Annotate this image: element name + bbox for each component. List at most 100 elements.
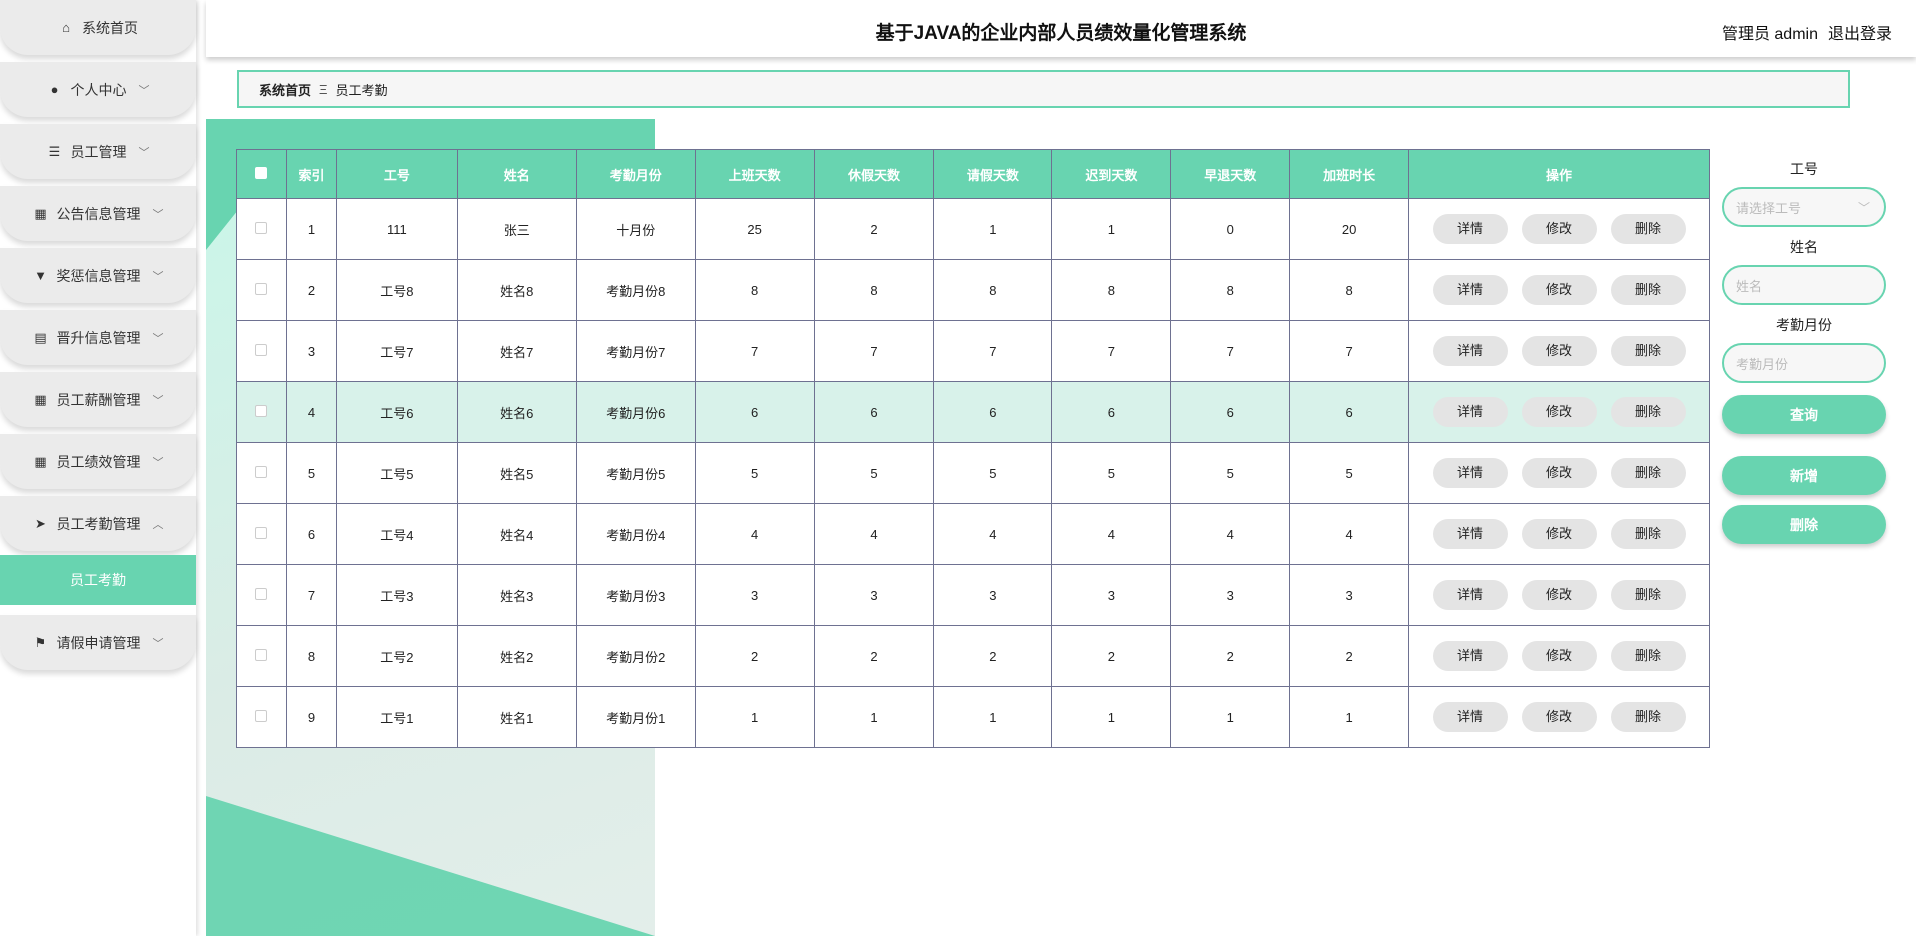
gonghao-select[interactable]: 请选择工号 ﹀ xyxy=(1722,187,1886,227)
actions-cell: 详情 修改 删除 xyxy=(1408,686,1710,748)
column-header: 加班时长 xyxy=(1289,149,1410,199)
table-cell: 3 xyxy=(933,564,1053,626)
column-header: 索引 xyxy=(285,149,337,199)
table-cell: 8 xyxy=(1170,259,1291,321)
grid-icon: ▦ xyxy=(34,205,47,221)
edit-button[interactable]: 修改 xyxy=(1521,519,1597,549)
delete-button[interactable]: 删除 xyxy=(1610,336,1686,366)
sidebar-item[interactable]: ➤ 员工考勤管理 ︿ xyxy=(0,496,196,551)
delete-button[interactable]: 删除 xyxy=(1610,214,1686,244)
table-cell: 1 xyxy=(933,198,1053,260)
detail-button[interactable]: 详情 xyxy=(1432,641,1508,671)
select-all-header xyxy=(236,149,287,199)
sidebar-item[interactable]: ☰ 员工管理 ﹀ xyxy=(0,124,196,179)
table-cell: 25 xyxy=(694,198,815,260)
chevron-icon: ﹀ xyxy=(152,456,164,469)
delete-button[interactable]: 删除 xyxy=(1610,580,1686,610)
table-cell: 7 xyxy=(813,320,935,382)
delete-button[interactable]: 删除 xyxy=(1610,275,1686,305)
sidebar-item[interactable]: ● 个人中心 ﹀ xyxy=(0,62,196,117)
edit-button[interactable]: 修改 xyxy=(1521,702,1597,732)
table-cell: 1 xyxy=(694,686,815,748)
sidebar-item[interactable]: ⌂ 系统首页 xyxy=(0,0,196,55)
table-row: 1 111 张三 十月份 25 2 1 1 0 20 详情 修改 删除 xyxy=(236,198,1710,260)
detail-button[interactable]: 详情 xyxy=(1432,275,1508,305)
table-cell: 姓名3 xyxy=(456,564,577,626)
sidebar-subitem-attendance[interactable]: 员工考勤 xyxy=(0,555,196,605)
table-cell: 0 xyxy=(1170,198,1291,260)
actions-cell: 详情 修改 删除 xyxy=(1408,198,1710,260)
delete-button[interactable]: 删除 xyxy=(1610,458,1686,488)
month-input[interactable]: 考勤月份 xyxy=(1722,343,1886,383)
sidebar-item[interactable]: ▦ 员工薪酬管理 ﹀ xyxy=(0,372,196,427)
sidebar-item[interactable]: ⚑ 请假申请管理 ﹀ xyxy=(0,615,196,670)
name-input[interactable]: 姓名 xyxy=(1722,265,1886,305)
sidebar-item[interactable]: ▦ 公告信息管理 ﹀ xyxy=(0,186,196,241)
row-checkbox[interactable] xyxy=(255,709,268,722)
delete-button[interactable]: 删除 xyxy=(1610,519,1686,549)
row-checkbox[interactable] xyxy=(255,221,268,234)
table-cell: 十月份 xyxy=(575,198,696,260)
table-cell: 姓名2 xyxy=(456,625,577,687)
table-cell: 姓名5 xyxy=(456,442,577,504)
delete-button[interactable]: 删除 xyxy=(1610,397,1686,427)
edit-button[interactable]: 修改 xyxy=(1521,336,1597,366)
logout-link[interactable]: 退出登录 xyxy=(1828,26,1892,43)
gonghao-placeholder: 请选择工号 xyxy=(1736,200,1802,216)
batch-delete-button[interactable]: 删除 xyxy=(1722,505,1886,544)
delete-button[interactable]: 删除 xyxy=(1610,702,1686,732)
row-checkbox-cell xyxy=(236,564,287,626)
query-button[interactable]: 查询 xyxy=(1722,395,1886,434)
row-checkbox[interactable] xyxy=(255,282,268,295)
edit-button[interactable]: 修改 xyxy=(1521,641,1597,671)
edit-button[interactable]: 修改 xyxy=(1521,397,1597,427)
table-cell: 考勤月份8 xyxy=(575,259,696,321)
edit-button[interactable]: 修改 xyxy=(1521,214,1597,244)
table-cell: 工号6 xyxy=(335,381,458,443)
detail-button[interactable]: 详情 xyxy=(1432,702,1508,732)
detail-button[interactable]: 详情 xyxy=(1432,580,1508,610)
row-checkbox[interactable] xyxy=(255,404,268,417)
delete-button[interactable]: 删除 xyxy=(1610,641,1686,671)
table-cell: 考勤月份6 xyxy=(575,381,696,443)
row-checkbox[interactable] xyxy=(255,343,268,356)
edit-button[interactable]: 修改 xyxy=(1521,580,1597,610)
add-button[interactable]: 新增 xyxy=(1722,456,1886,495)
table-cell: 6 xyxy=(1289,381,1410,443)
user-label: 管理员 admin xyxy=(1721,26,1818,43)
table-cell: 6 xyxy=(694,381,815,443)
table-cell: 4 xyxy=(813,503,935,565)
sidebar-item[interactable]: ▤ 晋升信息管理 ﹀ xyxy=(0,310,196,365)
table-cell: 考勤月份5 xyxy=(575,442,696,504)
table-cell: 8 xyxy=(694,259,815,321)
sidebar-item[interactable]: ▼ 奖惩信息管理 ﹀ xyxy=(0,248,196,303)
row-checkbox[interactable] xyxy=(255,648,268,661)
edit-button[interactable]: 修改 xyxy=(1521,275,1597,305)
edit-button[interactable]: 修改 xyxy=(1521,458,1597,488)
select-all-checkbox[interactable] xyxy=(255,166,268,179)
detail-button[interactable]: 详情 xyxy=(1432,397,1508,427)
row-checkbox-cell xyxy=(236,686,287,748)
table-cell: 1 xyxy=(1289,686,1410,748)
detail-button[interactable]: 详情 xyxy=(1432,458,1508,488)
detail-button[interactable]: 详情 xyxy=(1432,336,1508,366)
table-cell: 4 xyxy=(285,381,337,443)
table-cell: 8 xyxy=(933,259,1053,321)
sidebar-item[interactable]: ▦ 员工绩效管理 ﹀ xyxy=(0,434,196,489)
breadcrumb-home[interactable]: 系统首页 xyxy=(259,80,311,99)
sidebar-item-label: 个人中心 xyxy=(70,81,127,98)
column-header: 操作 xyxy=(1408,149,1710,199)
column-header: 工号 xyxy=(335,149,458,199)
table-cell: 2 xyxy=(813,198,935,260)
detail-button[interactable]: 详情 xyxy=(1432,519,1508,549)
table-row: 8 工号2 姓名2 考勤月份2 2 2 2 2 2 2 详情 修改 删除 xyxy=(236,625,1710,687)
table-cell: 8 xyxy=(813,259,935,321)
detail-button[interactable]: 详情 xyxy=(1432,214,1508,244)
row-checkbox[interactable] xyxy=(255,587,268,600)
row-checkbox[interactable] xyxy=(255,465,268,478)
sidebar-item-label: 请假申请管理 xyxy=(56,634,141,651)
table-cell: 工号4 xyxy=(335,503,458,565)
gonghao-label: 工号 xyxy=(1790,161,1818,177)
table-cell: 111 xyxy=(335,198,458,260)
row-checkbox[interactable] xyxy=(255,526,268,539)
